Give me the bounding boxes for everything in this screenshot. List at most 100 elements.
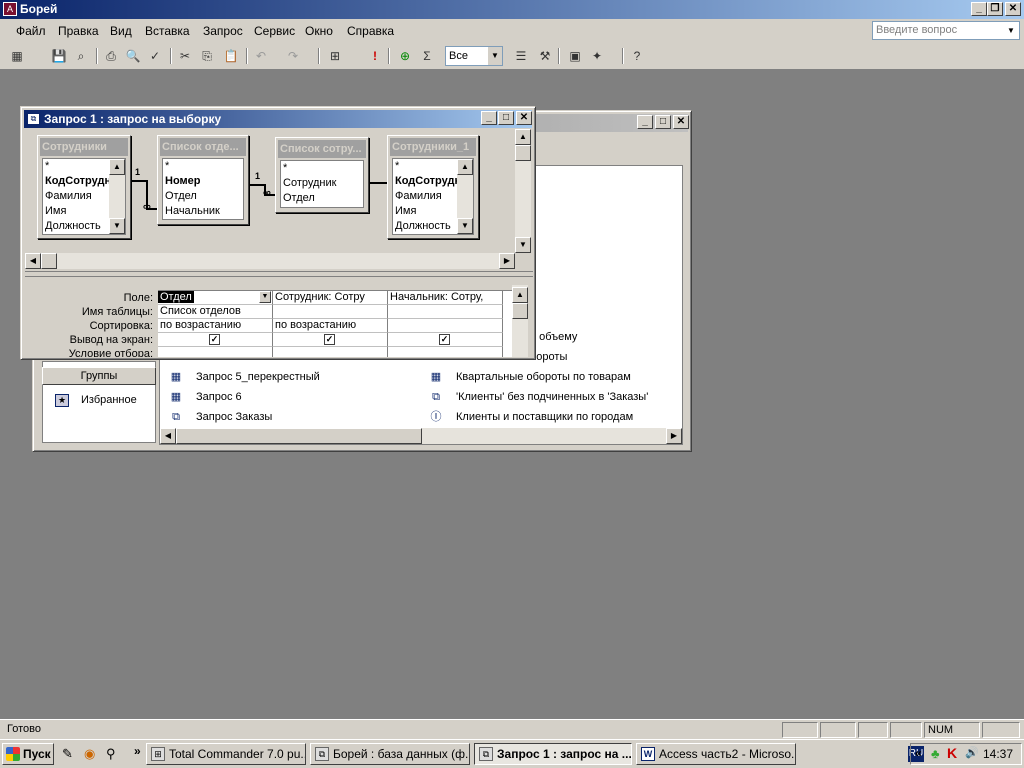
list-item[interactable]: ⧉ Запрос Заказы (168, 408, 272, 426)
pane-splitter[interactable] (25, 271, 533, 277)
menu-window[interactable]: Окно (305, 24, 333, 38)
grid-cell-sort[interactable]: по возрастанию (273, 319, 388, 333)
task-total-commander[interactable]: ⊞ Total Commander 7.0 pu... (146, 743, 306, 765)
menu-query[interactable]: Запрос (203, 24, 243, 38)
menu-file[interactable]: Файл (16, 24, 46, 38)
groups-button[interactable]: Группы (42, 367, 156, 385)
task-query1[interactable]: ⧉ Запрос 1 : запрос на ... (474, 743, 632, 765)
scroll-left-icon[interactable]: ◀ (160, 428, 176, 444)
help-icon[interactable]: ? (628, 47, 646, 65)
scroll-up-icon[interactable]: ▲ (512, 287, 528, 303)
tray-app-icon[interactable]: ♣ (931, 746, 940, 761)
grid-cell-show[interactable]: ✓ (273, 333, 388, 347)
builder-icon[interactable]: ⚒ (536, 47, 554, 65)
scroll-thumb[interactable] (512, 303, 528, 319)
scroll-right-icon[interactable]: ▶ (499, 253, 515, 269)
spelling-icon[interactable]: ✓ (146, 47, 164, 65)
quicklaunch-notepad-icon[interactable]: ✎ (62, 746, 78, 762)
copy-icon[interactable]: ⎘ (198, 47, 216, 65)
grid-cell-show[interactable]: ✓ (388, 333, 503, 347)
show-checkbox[interactable]: ✓ (324, 334, 335, 345)
tray-expand-icon[interactable]: « (915, 746, 922, 760)
view-icon[interactable]: ▦ (8, 47, 26, 65)
scroll-left-icon[interactable]: ◀ (25, 253, 41, 269)
paste-icon[interactable]: 📋 (222, 47, 240, 65)
print-icon[interactable]: ⎙ (102, 47, 120, 65)
menu-edit[interactable]: Правка (58, 24, 99, 38)
menu-view[interactable]: Вид (110, 24, 132, 38)
grid-cell-sort[interactable] (388, 319, 503, 333)
grid-vscrollbar[interactable]: ▲ (512, 285, 528, 357)
run-icon[interactable]: ! (366, 47, 384, 65)
grid-cell-table[interactable] (388, 305, 503, 319)
list-item[interactable]: Ⓘ Клиенты и поставщики по городам (428, 408, 634, 426)
union-query-icon: Ⓘ (430, 411, 442, 424)
db-maximize-button[interactable]: □ (655, 115, 671, 129)
menu-tools[interactable]: Сервис (254, 24, 295, 38)
top-values-combo[interactable]: Все ▼ (445, 46, 503, 66)
search-file-icon[interactable]: ⌕ (72, 47, 90, 65)
scroll-right-icon[interactable]: ▶ (666, 428, 682, 444)
tables-vscrollbar[interactable]: ▲ ▼ (515, 129, 531, 253)
print-preview-icon[interactable]: 🔍 (124, 47, 142, 65)
undo-icon[interactable]: ↶ (252, 47, 270, 65)
scroll-thumb[interactable] (176, 428, 422, 444)
antivirus-icon[interactable]: K (947, 745, 957, 761)
list-item[interactable]: ▦ Запрос 5_перекрестный (168, 368, 320, 386)
clock[interactable]: 14:37 (983, 747, 1013, 761)
save-icon[interactable]: 💾 (50, 47, 68, 65)
task-word-doc[interactable]: W Access часть2 - Microso... (636, 743, 796, 765)
redo-icon[interactable]: ↷ (284, 47, 302, 65)
ask-question-input[interactable]: Введите вопрос ▼ (872, 21, 1020, 40)
query-minimize-button[interactable]: _ (481, 111, 497, 125)
objects-hscrollbar[interactable]: ◀ ▶ (160, 428, 682, 444)
grid-cell-criteria[interactable] (388, 347, 503, 357)
db-minimize-button[interactable]: _ (637, 115, 653, 129)
list-item[interactable]: ⧉ 'Клиенты' без подчиненных в 'Заказы' (428, 388, 648, 406)
query-type-icon[interactable]: ⊞ (326, 47, 344, 65)
new-object-icon[interactable]: ✦ (588, 47, 606, 65)
chevron-down-icon[interactable]: ▼ (259, 291, 271, 303)
tables-hscrollbar[interactable]: ◀ ▶ (25, 253, 515, 269)
scroll-down-icon[interactable]: ▼ (515, 237, 531, 253)
scroll-up-icon[interactable]: ▲ (515, 129, 531, 145)
grid-cell-table[interactable]: Список отделов (158, 305, 273, 319)
show-table-icon[interactable]: ⊕ (396, 47, 414, 65)
access-icon: A (3, 2, 17, 16)
grid-cell-field[interactable]: Отдел ▼ (158, 291, 273, 305)
show-checkbox[interactable]: ✓ (209, 334, 220, 345)
chevron-down-icon[interactable]: ▼ (1004, 23, 1018, 38)
menu-insert[interactable]: Вставка (145, 24, 190, 38)
list-item[interactable]: ▦ Запрос 6 (168, 388, 242, 406)
properties-icon[interactable]: ☰ (512, 47, 530, 65)
quicklaunch-media-icon[interactable]: ◉ (84, 746, 100, 762)
grid-cell-field[interactable]: Начальник: Сотру, (388, 291, 503, 305)
scroll-thumb[interactable] (515, 145, 531, 161)
database-window-icon[interactable]: ▣ (566, 47, 584, 65)
query-close-button[interactable]: ✕ (516, 111, 532, 125)
show-checkbox[interactable]: ✓ (439, 334, 450, 345)
quicklaunch-more-icon[interactable]: » (134, 744, 141, 758)
grid-cell-field[interactable]: Сотрудник: Сотру (273, 291, 388, 305)
db-close-button[interactable]: ✕ (673, 115, 689, 129)
task-borey-db[interactable]: ⧉ Борей : база данных (ф... (310, 743, 470, 765)
quicklaunch-search-icon[interactable]: ⚲ (106, 746, 122, 762)
totals-icon[interactable]: Σ (418, 47, 436, 65)
scroll-thumb[interactable] (41, 253, 57, 269)
grid-cell-show[interactable]: ✓ (158, 333, 273, 347)
close-button[interactable]: ✕ (1005, 2, 1021, 16)
volume-icon[interactable]: 🔊 (965, 746, 979, 759)
grid-cell-criteria[interactable] (273, 347, 388, 357)
query-maximize-button[interactable]: □ (498, 111, 514, 125)
start-button[interactable]: Пуск (2, 743, 54, 765)
grid-cell-table[interactable] (273, 305, 388, 319)
favorites-group[interactable]: ★ Избранное (55, 391, 137, 409)
menu-help[interactable]: Справка (347, 24, 394, 38)
grid-cell-criteria[interactable] (158, 347, 273, 357)
minimize-button[interactable]: _ (971, 2, 987, 16)
chevron-down-icon[interactable]: ▼ (488, 47, 502, 65)
cut-icon[interactable]: ✂ (176, 47, 194, 65)
restore-button[interactable]: ❐ (987, 2, 1003, 16)
list-item[interactable]: ▦ Квартальные обороты по товарам (428, 368, 631, 386)
grid-cell-sort[interactable]: по возрастанию (158, 319, 273, 333)
